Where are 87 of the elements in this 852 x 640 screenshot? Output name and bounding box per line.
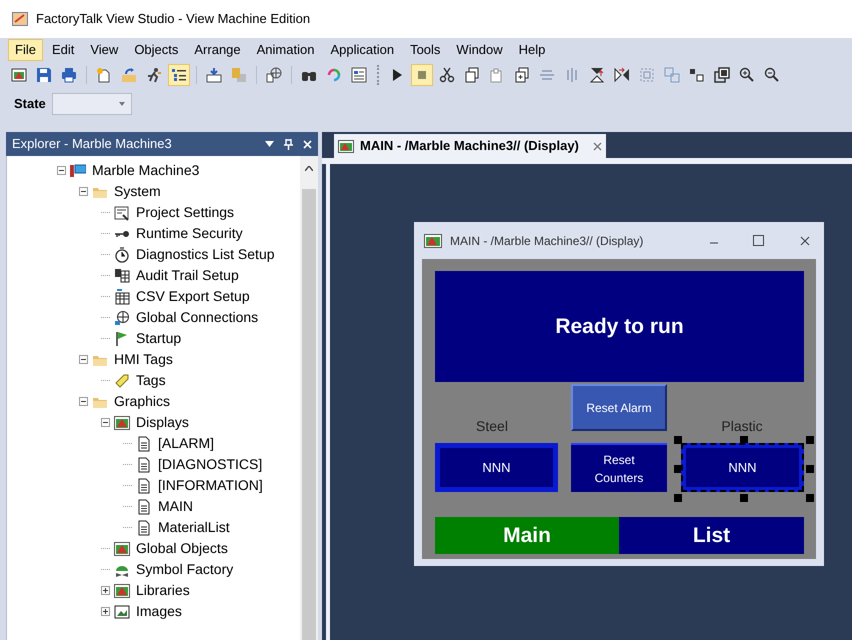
menu-item[interactable]: Tools	[403, 39, 448, 61]
hmi-button[interactable]: Reset Alarm	[571, 384, 667, 431]
document-tab[interactable]: MAIN - /Marble Machine3// (Display)	[334, 134, 606, 158]
tree-item[interactable]: [ALARM]	[156, 433, 216, 454]
menu-item[interactable]: Animation	[250, 39, 322, 61]
tag-icon	[114, 372, 130, 388]
tree-item[interactable]: Audit Trail Setup	[134, 265, 241, 286]
image-icon	[114, 604, 130, 620]
collapse-icon[interactable]	[79, 355, 88, 364]
menu-item[interactable]: File	[8, 39, 43, 61]
numeric-display: NNN	[435, 443, 558, 492]
scroll-up-icon[interactable]	[305, 166, 313, 171]
table-icon	[114, 288, 130, 304]
globe-icon	[114, 310, 130, 326]
menu-item[interactable]: Edit	[44, 39, 82, 61]
tree-item[interactable]: Startup	[134, 328, 184, 349]
collapse-icon[interactable]	[57, 166, 66, 175]
display-icon	[114, 582, 130, 598]
document-icon	[136, 498, 152, 514]
selection-handle[interactable]	[806, 465, 814, 473]
scroll-thumb[interactable]	[302, 189, 316, 640]
menu-item[interactable]: Arrange	[187, 39, 248, 61]
display-icon	[114, 414, 130, 430]
document-icon	[136, 478, 152, 494]
tree-item[interactable]: Global Objects	[134, 538, 230, 559]
tree-item[interactable]: Runtime Security	[134, 223, 245, 244]
selection-handle[interactable]	[806, 494, 814, 502]
dropdown-arrow-icon	[118, 102, 125, 106]
state-label: State	[14, 95, 46, 114]
display-icon	[114, 540, 130, 556]
selection-handle[interactable]	[740, 494, 748, 502]
app-icon	[12, 12, 28, 26]
panel-title: Explorer - Marble Machine3	[12, 135, 173, 154]
close-icon[interactable]	[800, 236, 810, 246]
tree-item[interactable]: Tags	[134, 370, 168, 391]
tree-item[interactable]: Diagnostics List Setup	[134, 244, 277, 265]
tree-item[interactable]: HMI Tags	[112, 349, 175, 370]
hmi-label: Steel	[475, 417, 509, 435]
collapse-icon[interactable]	[101, 418, 110, 427]
window-title: MAIN - /Marble Machine3// (Display)	[450, 232, 644, 250]
audit-icon	[114, 268, 130, 284]
window-title: FactoryTalk View Studio - View Machine Edition	[36, 10, 310, 28]
tree-item[interactable]: Images	[134, 601, 184, 622]
tree-item[interactable]: Marble Machine3	[90, 160, 202, 181]
menu-item[interactable]: Application	[323, 39, 402, 61]
selection-handle[interactable]	[674, 494, 682, 502]
menu-item[interactable]: View	[83, 39, 126, 61]
display-icon	[424, 234, 442, 248]
hmi-label: Plastic	[720, 417, 764, 435]
selection-handle[interactable]	[674, 436, 682, 444]
menu-item[interactable]: Help	[512, 39, 552, 61]
tree-item[interactable]: System	[112, 181, 163, 202]
tree-item[interactable]: CSV Export Setup	[134, 286, 252, 307]
stopwatch-icon	[114, 246, 130, 262]
tree-item[interactable]: [DIAGNOSTICS]	[156, 454, 264, 475]
scrollbar[interactable]	[300, 156, 318, 640]
computer-icon	[70, 162, 86, 178]
document-icon	[136, 456, 152, 472]
tree-item[interactable]: MaterialList	[156, 517, 232, 538]
menu-item[interactable]: Window	[449, 39, 510, 61]
display-icon	[338, 140, 354, 152]
collapse-icon[interactable]	[79, 187, 88, 196]
tree-item[interactable]: Global Connections	[134, 307, 260, 328]
expand-icon[interactable]	[101, 586, 110, 595]
numeric-display: NNN	[681, 443, 804, 492]
nav-button[interactable]: Main	[435, 517, 619, 554]
document-icon	[136, 520, 152, 536]
tree-item[interactable]: MAIN	[156, 496, 195, 517]
collapse-icon[interactable]	[79, 397, 88, 406]
hmi-button[interactable]: Reset Counters	[571, 443, 667, 492]
tree-item[interactable]: Graphics	[112, 391, 172, 412]
tree-item[interactable]: Symbol Factory	[134, 559, 236, 580]
close-icon[interactable]	[592, 142, 602, 150]
document-icon	[136, 436, 152, 452]
tree-item[interactable]: Libraries	[134, 580, 192, 601]
maximize-icon[interactable]	[753, 235, 764, 246]
status-banner: Ready to run	[435, 271, 804, 382]
tree-item[interactable]: Project Settings	[134, 202, 236, 223]
pin-icon[interactable]	[284, 138, 293, 150]
settings-icon	[114, 204, 130, 220]
tree-item[interactable]: Displays	[134, 412, 191, 433]
selection-handle[interactable]	[806, 436, 814, 444]
nav-button[interactable]: List	[619, 517, 804, 554]
expand-icon[interactable]	[101, 607, 110, 616]
tree-item[interactable]: [INFORMATION]	[156, 475, 265, 496]
menu-item[interactable]: Objects	[127, 39, 186, 61]
dropdown-icon[interactable]	[265, 141, 274, 147]
